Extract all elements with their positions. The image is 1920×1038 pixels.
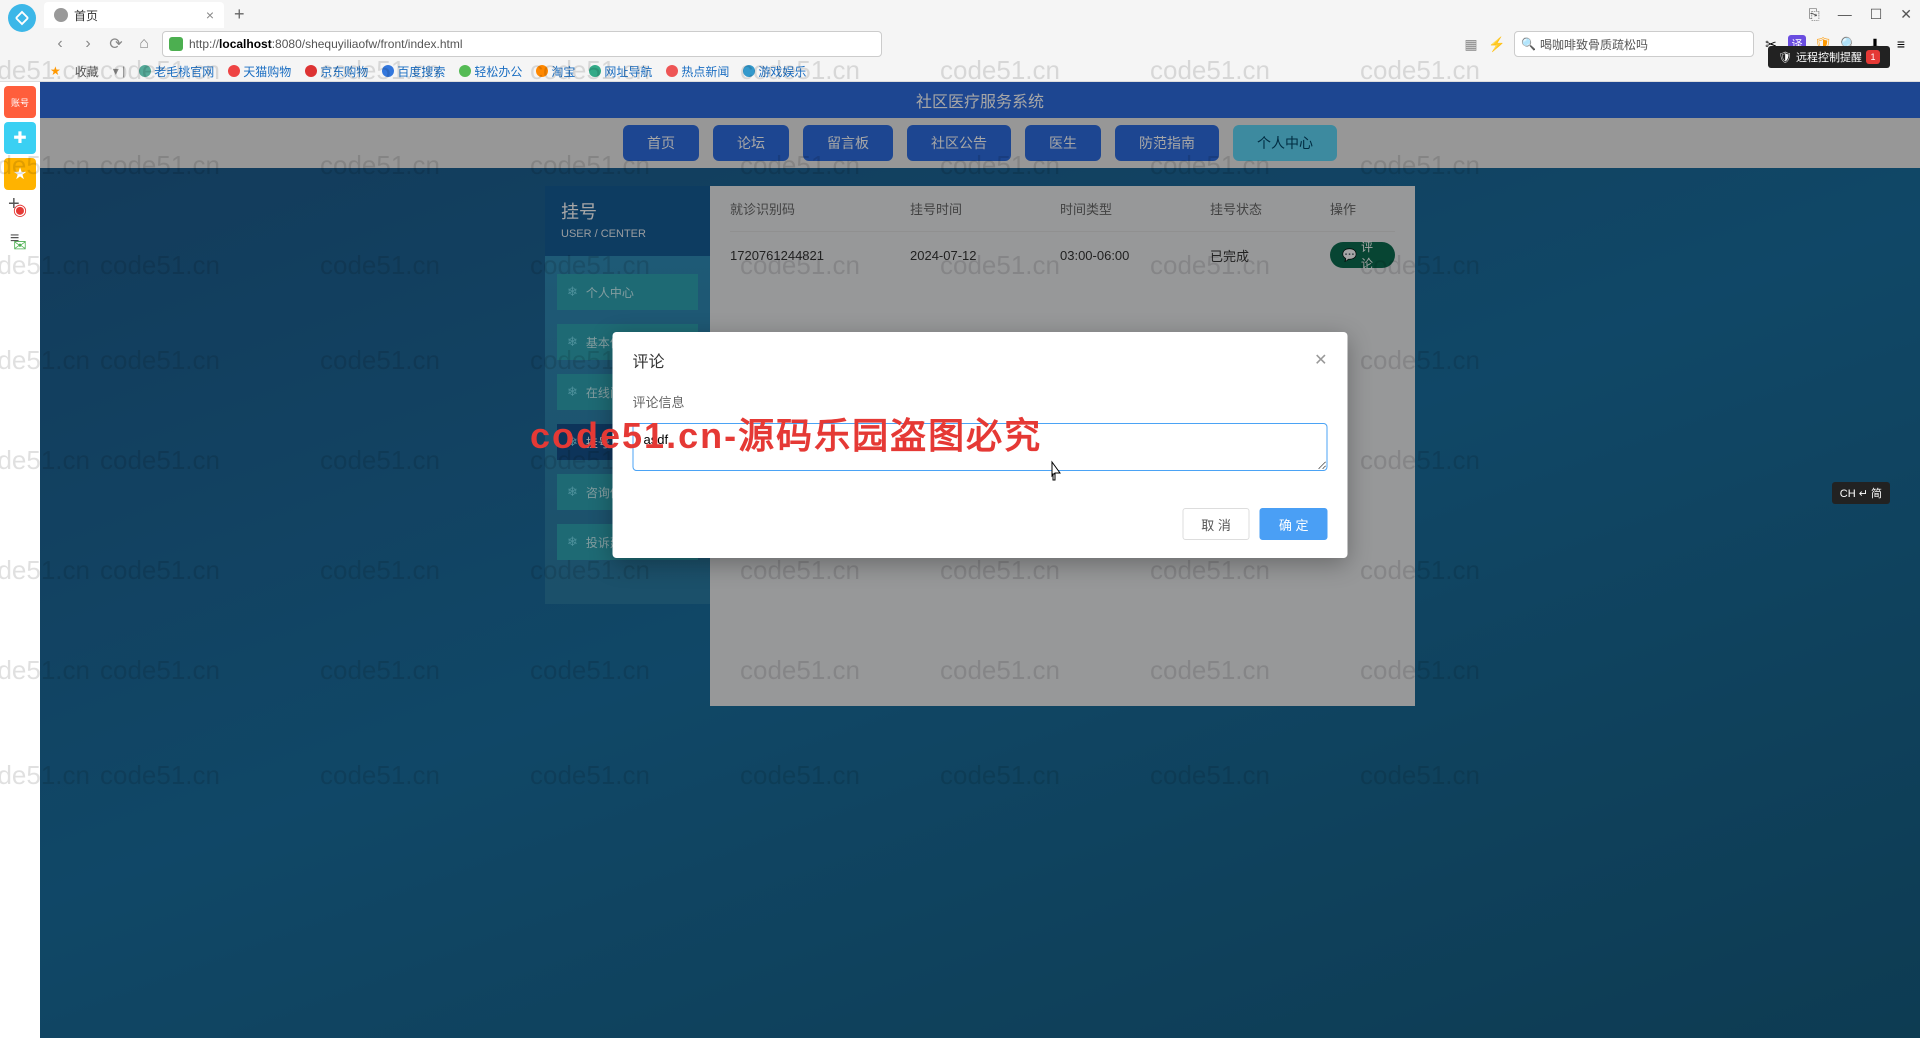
search-icon: 🔍 xyxy=(1521,37,1536,51)
modal-footer: 取 消 确 定 xyxy=(613,496,1348,558)
minimize-icon[interactable]: — xyxy=(1838,6,1852,23)
bookmark-item[interactable]: 热点新闻 xyxy=(666,63,729,80)
browser-sidebar: 账号 ✚ ★ ◉ ✉ + ≡ xyxy=(0,82,40,266)
shield-icon: 🛡 xyxy=(1778,51,1792,64)
confirm-button[interactable]: 确 定 xyxy=(1260,508,1328,540)
forward-button[interactable]: › xyxy=(78,35,98,53)
tab-bar: 首页 × + ⎘ — ☐ ✕ xyxy=(0,0,1920,28)
bookmarks-label: 收藏 xyxy=(75,63,99,80)
address-bar: ‹ › ⟳ ⌂ http://localhost:8080/shequyilia… xyxy=(0,28,1920,60)
bookmark-item[interactable]: 京东购物 xyxy=(305,63,368,80)
favorites-star-icon[interactable]: ★ xyxy=(50,64,61,78)
bookmark-item[interactable]: 网址导航 xyxy=(589,63,652,80)
bm-icon xyxy=(589,65,601,77)
bookmark-item[interactable]: 百度搜索 xyxy=(382,63,445,80)
maximize-icon[interactable]: ☐ xyxy=(1870,6,1883,23)
menu-icon[interactable]: ≡ xyxy=(1892,35,1910,53)
back-button[interactable]: ‹ xyxy=(50,35,70,53)
globe-icon xyxy=(54,8,68,22)
new-tab-button[interactable]: + xyxy=(234,4,245,25)
tab-close-icon[interactable]: × xyxy=(206,7,214,23)
sidebar-star-icon[interactable]: ★ xyxy=(4,158,36,190)
bookmark-item[interactable]: 淘宝 xyxy=(536,63,575,80)
browser-tab[interactable]: 首页 × xyxy=(44,2,224,28)
browser-chrome: 首页 × + ⎘ — ☐ ✕ ‹ › ⟳ ⌂ http://localhost:… xyxy=(0,0,1920,82)
bookmarks-bar: ★ 收藏 ▾ | 老毛桃官网 天猫购物 京东购物 百度搜索 轻松办公 淘宝 网址… xyxy=(0,60,1920,82)
bm-icon xyxy=(228,65,240,77)
tab-title: 首页 xyxy=(74,7,98,24)
comment-textarea[interactable] xyxy=(633,423,1328,471)
remote-control-badge[interactable]: 🛡 远程控制提醒 1 xyxy=(1768,46,1890,68)
search-input[interactable]: 🔍 喝咖啡致骨质疏松吗 xyxy=(1514,31,1754,57)
pin-icon[interactable]: ⎘ xyxy=(1809,6,1820,23)
modal-header: 评论 ✕ xyxy=(613,332,1348,382)
modal-title: 评论 xyxy=(633,348,665,372)
sidebar-add-icon[interactable]: + xyxy=(8,193,20,216)
modal-close-icon[interactable]: ✕ xyxy=(1314,350,1327,370)
bookmark-item[interactable]: 天猫购物 xyxy=(228,63,291,80)
reload-button[interactable]: ⟳ xyxy=(106,34,126,54)
shield-icon xyxy=(169,37,183,51)
close-window-icon[interactable]: ✕ xyxy=(1900,6,1912,23)
comment-modal: 评论 ✕ 评论信息 取 消 确 定 xyxy=(613,332,1348,558)
page-content: 社区医疗服务系统 首页 论坛 留言板 社区公告 医生 防范指南 个人中心 挂号 … xyxy=(40,82,1920,1038)
bookmark-item[interactable]: 游戏娱乐 xyxy=(743,63,806,80)
bm-icon xyxy=(459,65,471,77)
window-controls: ⎘ — ☐ ✕ xyxy=(1809,6,1913,23)
qr-icon[interactable]: ▦ xyxy=(1462,35,1480,53)
url-input[interactable]: http://localhost:8080/shequyiliaofw/fron… xyxy=(162,31,882,57)
bm-icon xyxy=(382,65,394,77)
bookmark-item[interactable]: 老毛桃官网 xyxy=(139,63,214,80)
sidebar-menu-icon[interactable]: ≡ xyxy=(10,230,19,248)
sidebar-app-icon[interactable]: ✚ xyxy=(4,122,36,154)
comment-field-label: 评论信息 xyxy=(633,392,1328,411)
home-button[interactable]: ⌂ xyxy=(134,35,154,53)
bookmark-item[interactable]: 轻松办公 xyxy=(459,63,522,80)
sidebar-mail-icon[interactable]: ✉ xyxy=(4,230,36,262)
modal-body: 评论信息 xyxy=(613,382,1348,496)
bm-icon xyxy=(666,65,678,77)
cancel-button[interactable]: 取 消 xyxy=(1182,508,1250,540)
bm-icon xyxy=(305,65,317,77)
bm-icon xyxy=(139,65,151,77)
sidebar-badge-icon[interactable]: 账号 xyxy=(4,86,36,118)
search-text: 喝咖啡致骨质疏松吗 xyxy=(1540,36,1648,53)
flash-icon[interactable]: ⚡ xyxy=(1488,35,1506,53)
bm-icon xyxy=(743,65,755,77)
url-text: http://localhost:8080/shequyiliaofw/fron… xyxy=(189,37,463,51)
modal-overlay[interactable] xyxy=(40,82,1920,1038)
browser-logo-icon xyxy=(8,4,36,32)
notification-dot: 1 xyxy=(1866,50,1880,64)
bm-icon xyxy=(536,65,548,77)
ime-badge[interactable]: CH ↵ 简 xyxy=(1832,482,1890,504)
